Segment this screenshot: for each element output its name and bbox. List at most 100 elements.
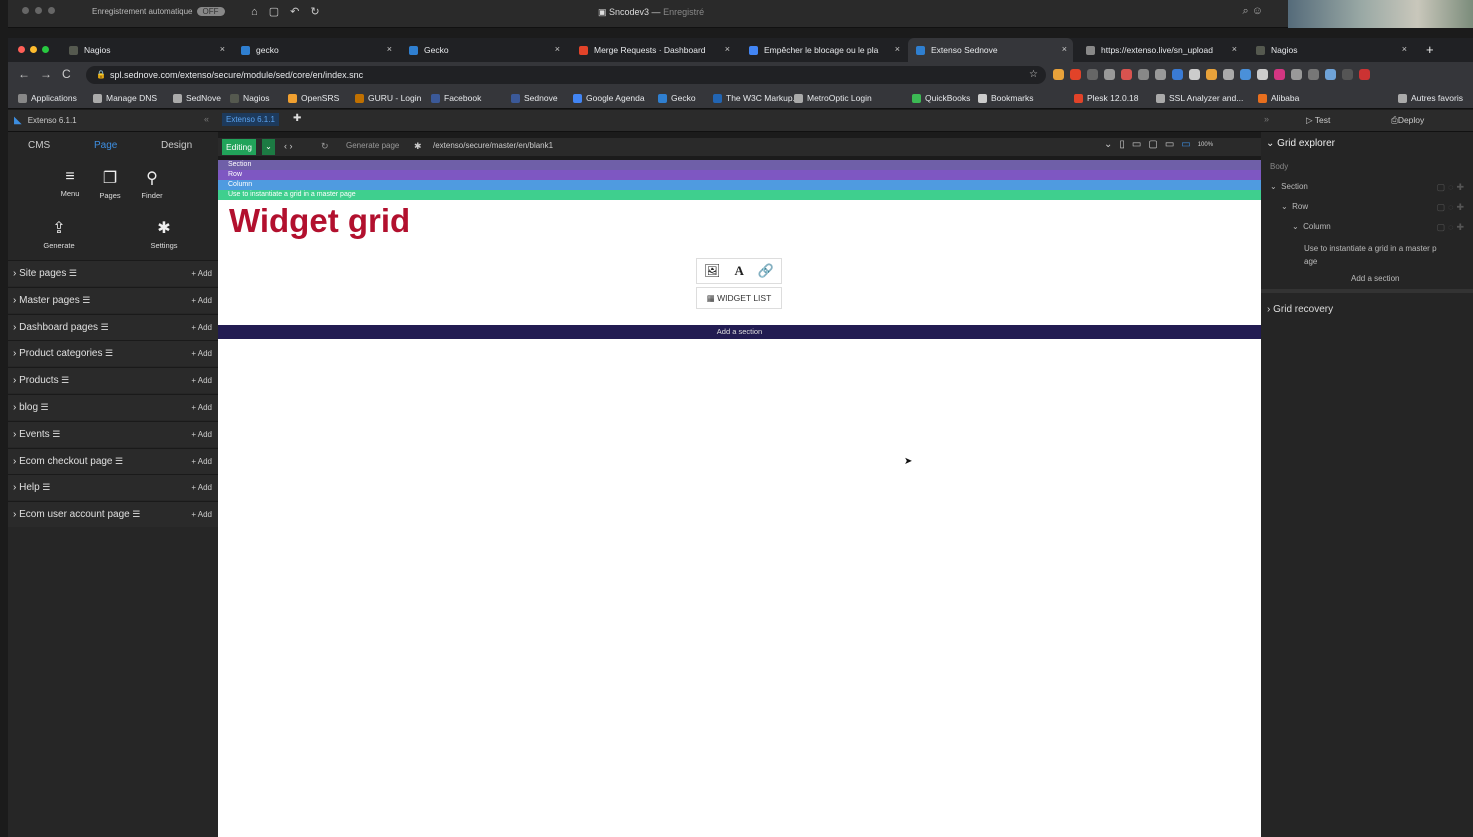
add-section-link[interactable]: Add a section [1351,274,1399,283]
browser-tab[interactable]: https://extenso.live/sn_upload × [1078,38,1243,62]
forward-icon[interactable]: → [40,67,62,81]
extension-icon[interactable] [1070,69,1081,80]
bookmark-item[interactable]: SSL Analyzer and... [1156,93,1243,103]
close-tab-icon[interactable]: × [1062,44,1067,54]
grid-highlight-bar[interactable]: Use to instantiate a grid in a master pa… [218,190,1261,200]
tree-item[interactable]: Use to instantiate a grid in a master p a… [1304,242,1437,268]
tab-page[interactable]: Page [94,140,117,151]
bookmark-item[interactable]: Alibaba [1258,93,1299,103]
extension-icon[interactable] [1138,69,1149,80]
add-tab-icon[interactable]: ✚ [293,113,301,124]
link-widget-icon[interactable]: 🔗 [758,263,774,279]
bookmark-item[interactable]: Manage DNS [93,93,157,103]
tree-item-actions[interactable]: ▢◌✚ [1437,202,1467,213]
extension-icon[interactable] [1121,69,1132,80]
browser-tab[interactable]: Nagios × [1248,38,1413,62]
bookmark-item[interactable]: SedNove [173,93,221,103]
tree-row[interactable]: ⌄ Row ▢◌✚ [1281,202,1473,213]
bookmark-item[interactable]: Facebook [431,93,481,103]
text-widget-icon[interactable]: A [734,263,743,279]
url-bar[interactable]: 🔒 spl.sednove.com/extenso/secure/module/… [86,66,1046,84]
list-icon[interactable]: ☰ [50,429,60,439]
tab-design[interactable]: Design [161,140,192,151]
browser-tab[interactable]: Nagios × [61,38,231,62]
sidebar-section[interactable]: › Site pages ☰ + Add [8,260,218,286]
extension-icon[interactable] [1257,69,1268,80]
add-button[interactable]: + Add [191,483,212,492]
close-tab-icon[interactable]: × [555,44,560,54]
chevron-down-icon[interactable]: ⌄ [1104,139,1112,150]
list-icon[interactable]: ☰ [40,482,50,492]
bookmark-item[interactable]: OpenSRS [288,93,339,103]
generate-tool[interactable]: ⇪ Generate [36,218,82,250]
generate-page-button[interactable]: Generate page [346,141,399,150]
bookmark-star-icon[interactable]: ☆ [1029,66,1038,84]
extension-icon[interactable] [1240,69,1251,80]
tree-column[interactable]: ⌄ Column ▢◌✚ [1292,222,1473,233]
extension-icon[interactable] [1325,69,1336,80]
sidebar-section[interactable]: › Products ☰ + Add [8,367,218,394]
browser-tab[interactable]: Empêcher le blocage ou le pla × [741,38,906,62]
bookmark-item[interactable]: The W3C Markup... [713,93,800,103]
close-tab-icon[interactable]: × [387,44,392,54]
grid-highlight-bar[interactable]: Section [218,160,1261,170]
list-icon[interactable]: ☰ [98,322,109,332]
pages-tool[interactable]: ❐ Pages [97,168,123,200]
grid-recovery-header[interactable]: › Grid recovery [1267,304,1333,315]
autosave-state[interactable]: OFF [196,7,225,16]
bookmark-item[interactable]: QuickBooks [912,93,970,103]
finder-tool[interactable]: ⚲ Finder [139,168,165,200]
extension-icon[interactable] [1274,69,1285,80]
search-icon[interactable]: ⌕ ☺ [1243,5,1263,18]
extension-icon[interactable] [1053,69,1064,80]
new-tab-button[interactable]: + [1426,42,1434,57]
bookmark-item[interactable]: Google Agenda [573,93,645,103]
settings-tool[interactable]: ✱ Settings [142,218,186,250]
sidebar-section[interactable]: › Dashboard pages ☰ + Add [8,313,218,340]
add-button[interactable]: + Add [191,403,212,412]
extension-icon[interactable] [1189,69,1200,80]
autosave-toggle[interactable]: Enregistrement automatique OFF [92,7,225,16]
page-settings-icon[interactable]: ✱ [414,141,422,152]
back-icon[interactable]: ← [18,67,40,81]
tablet-icon[interactable]: ▢ [1148,139,1157,150]
expand-right-icon[interactable]: » [1264,114,1269,124]
sidebar-section[interactable]: › Master pages ☰ + Add [8,286,218,313]
extension-icon[interactable] [1155,69,1166,80]
add-button[interactable]: + Add [191,510,212,519]
bookmark-item[interactable]: Sednove [511,93,558,103]
sidebar-section[interactable]: › Ecom user account page ☰ + Add [8,501,218,528]
add-button[interactable]: + Add [191,430,212,439]
tree-body[interactable]: Body [1270,162,1288,171]
list-icon[interactable]: ☰ [103,348,113,358]
desktop-icon[interactable]: ▭ [1181,139,1190,150]
reload-icon[interactable]: C [62,67,81,81]
tree-item-actions[interactable]: ▢◌✚ [1437,222,1467,233]
add-section-bar[interactable]: Add a section [218,325,1261,339]
tree-item-actions[interactable]: ▢◌✚ [1437,182,1467,193]
laptop-icon[interactable]: ▭ [1165,139,1174,150]
version-tab[interactable]: Extenso 6.1.1 [222,113,279,126]
list-icon[interactable]: ☰ [80,295,90,305]
zoom-level[interactable]: 100% [1198,142,1213,148]
sidebar-section[interactable]: › Events ☰ + Add [8,420,218,447]
bookmark-item[interactable]: MetroOptic Login [794,93,872,103]
nav-buttons[interactable]: ←→C [18,67,81,81]
add-button[interactable]: + Add [191,376,212,385]
mobile-landscape-icon[interactable]: ▭ [1132,139,1141,150]
test-button[interactable]: ▷ Test [1306,115,1330,126]
tree-section[interactable]: ⌄ Section ▢◌✚ [1270,182,1473,193]
list-icon[interactable]: ☰ [130,509,140,519]
add-button[interactable]: + Add [191,269,212,278]
extension-icon[interactable] [1087,69,1098,80]
close-tab-icon[interactable]: × [895,44,900,54]
widget-list-button[interactable]: ▦ WIDGET LIST [696,287,782,309]
bookmark-item[interactable]: GURU - Login [355,93,421,103]
extension-icon[interactable] [1172,69,1183,80]
close-tab-icon[interactable]: × [1402,44,1407,54]
extension-icon[interactable] [1104,69,1115,80]
tab-cms[interactable]: CMS [28,140,50,151]
bookmark-item[interactable]: Autres favoris [1398,93,1463,103]
grid-explorer-header[interactable]: ⌄ Grid explorer [1266,138,1335,149]
extension-icon[interactable] [1359,69,1370,80]
